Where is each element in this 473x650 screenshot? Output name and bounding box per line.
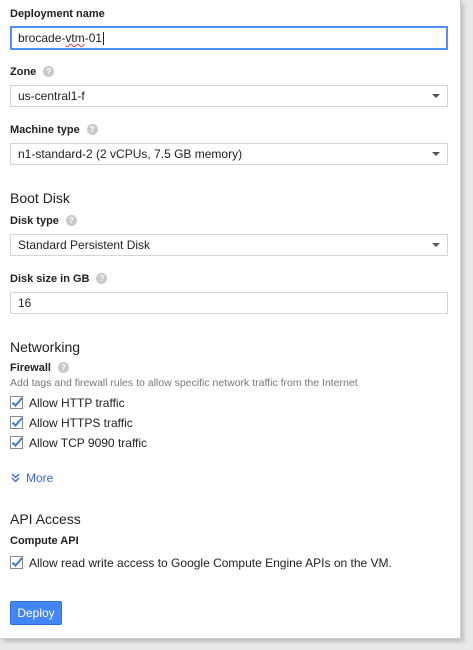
machine-type-value: n1-standard-2 (2 vCPUs, 7.5 GB memory) xyxy=(18,147,243,161)
checkbox-checked-icon xyxy=(10,556,23,570)
deployment-form: Deployment name brocade-vtm-01 Zone? us-… xyxy=(0,0,461,639)
firewall-label: Firewall? xyxy=(10,361,69,374)
zone-label: Zone? xyxy=(10,65,55,78)
api-access-heading: API Access xyxy=(10,511,81,527)
zone-label-text: Zone xyxy=(10,66,37,78)
disk-type-label: Disk type? xyxy=(10,214,77,227)
compute-api-option-label: Allow read write access to Google Comput… xyxy=(29,556,392,570)
disk-type-label-text: Disk type xyxy=(10,215,59,227)
allow-http-label: Allow HTTP traffic xyxy=(29,396,125,410)
disk-type-select[interactable]: Standard Persistent Disk xyxy=(10,234,448,256)
checkbox-checked-icon xyxy=(10,416,23,430)
disk-type-value: Standard Persistent Disk xyxy=(18,238,151,252)
double-chevron-down-icon xyxy=(11,473,20,483)
disk-size-value: 16 xyxy=(18,296,32,310)
boot-disk-heading: Boot Disk xyxy=(10,190,70,206)
disk-size-help-icon[interactable]: ? xyxy=(96,272,108,284)
machine-type-label-text: Machine type xyxy=(10,124,80,136)
allow-tcp-9090-label: Allow TCP 9090 traffic xyxy=(29,436,148,450)
disk-type-help-icon[interactable]: ? xyxy=(65,214,77,226)
chevron-down-icon xyxy=(432,94,440,98)
deploy-button[interactable]: Deploy xyxy=(10,601,62,625)
disk-size-label: Disk size in GB? xyxy=(10,272,108,285)
firewall-label-text: Firewall xyxy=(10,362,51,374)
chevron-down-icon xyxy=(432,243,440,247)
zone-select[interactable]: us-central1-f xyxy=(10,85,448,107)
checkbox-checked-icon xyxy=(10,396,23,410)
zone-help-icon[interactable]: ? xyxy=(43,65,55,77)
networking-heading: Networking xyxy=(10,339,81,355)
allow-http-checkbox[interactable]: Allow HTTP traffic xyxy=(10,395,125,411)
allow-tcp-9090-checkbox[interactable]: Allow TCP 9090 traffic xyxy=(10,435,147,451)
text-cursor xyxy=(103,32,105,46)
more-label: More xyxy=(26,471,54,485)
zone-value: us-central1-f xyxy=(18,89,85,103)
deployment-name-misspelled: vtm xyxy=(65,31,85,45)
firewall-help-icon[interactable]: ? xyxy=(57,361,69,373)
machine-type-select[interactable]: n1-standard-2 (2 vCPUs, 7.5 GB memory) xyxy=(10,143,448,165)
more-link[interactable]: More xyxy=(11,471,53,485)
deployment-name-suffix: -01 xyxy=(84,31,103,45)
compute-api-label: Compute API xyxy=(10,535,79,547)
firewall-hint: Add tags and firewall rules to allow spe… xyxy=(10,377,358,389)
allow-https-checkbox[interactable]: Allow HTTPS traffic xyxy=(10,415,133,431)
machine-type-label: Machine type? xyxy=(10,123,98,136)
deployment-name-label: Deployment name xyxy=(10,8,105,20)
checkbox-checked-icon xyxy=(10,436,23,450)
deployment-name-input[interactable]: brocade-vtm-01 xyxy=(10,26,448,50)
disk-size-input[interactable]: 16 xyxy=(10,292,448,314)
deployment-name-prefix: brocade- xyxy=(18,31,66,45)
compute-api-checkbox[interactable]: Allow read write access to Google Comput… xyxy=(10,555,392,571)
allow-https-label: Allow HTTPS traffic xyxy=(29,416,133,430)
disk-size-label-text: Disk size in GB xyxy=(10,273,90,285)
machine-type-help-icon[interactable]: ? xyxy=(86,123,98,135)
chevron-down-icon xyxy=(432,152,440,156)
